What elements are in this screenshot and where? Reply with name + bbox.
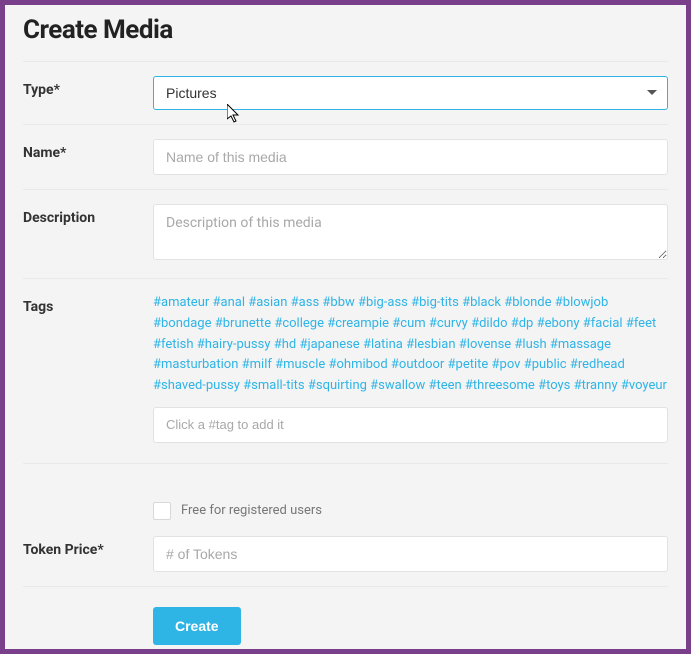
tag-link[interactable]: #feet <box>626 316 656 331</box>
tag-link[interactable]: #public <box>524 357 567 372</box>
tag-link[interactable]: #dp <box>511 316 534 331</box>
row-submit: Create <box>23 586 668 645</box>
tag-link[interactable]: #small-tits <box>243 378 304 393</box>
create-button[interactable]: Create <box>153 607 241 645</box>
tag-link[interactable]: #facial <box>583 316 623 331</box>
tag-link[interactable]: #lush <box>514 337 546 352</box>
tag-link[interactable]: #toys <box>538 378 570 393</box>
label-name: Name* <box>23 139 153 161</box>
tag-link[interactable]: #bbw <box>322 295 354 310</box>
tag-link[interactable]: #ebony <box>537 316 580 331</box>
tag-link[interactable]: #hairy-pussy <box>197 337 271 352</box>
row-tags: Tags #amateur #anal #asian #ass #bbw #bi… <box>23 278 668 453</box>
tag-link[interactable]: #brunette <box>215 316 271 331</box>
type-select[interactable]: Pictures <box>153 76 668 110</box>
tag-link[interactable]: #massage <box>550 337 611 352</box>
tag-link[interactable]: #dildo <box>471 316 507 331</box>
free-checkbox-label: Free for registered users <box>181 503 322 518</box>
tag-link[interactable]: #redhead <box>570 357 625 372</box>
free-checkbox[interactable] <box>153 502 171 520</box>
tag-link[interactable]: #pov <box>492 357 521 372</box>
tag-link[interactable]: #threesome <box>465 378 535 393</box>
label-description: Description <box>23 204 153 226</box>
tag-link[interactable]: #latina <box>363 337 403 352</box>
tag-link[interactable]: #asian <box>248 295 287 310</box>
tag-link[interactable]: #hd <box>274 337 297 352</box>
tag-link[interactable]: #outdoor <box>391 357 444 372</box>
tag-link[interactable]: #black <box>462 295 501 310</box>
tag-link[interactable]: #anal <box>213 295 246 310</box>
tag-link[interactable]: #japanese <box>299 337 359 352</box>
label-type: Type* <box>23 76 153 98</box>
tag-link[interactable]: #teen <box>428 378 461 393</box>
tag-link[interactable]: #creampie <box>327 316 389 331</box>
tags-input[interactable] <box>153 407 668 443</box>
tag-link[interactable]: #muscle <box>275 357 325 372</box>
tag-link[interactable]: #big-tits <box>411 295 459 310</box>
tag-link[interactable]: #shaved-pussy <box>153 378 240 393</box>
form-container: Create Media Type* Pictures Name* Descri… <box>0 0 691 654</box>
tag-link[interactable]: #masturbation <box>153 357 238 372</box>
description-textarea[interactable] <box>153 204 668 260</box>
tag-link[interactable]: #blonde <box>504 295 551 310</box>
tag-link[interactable]: #voyeur <box>621 378 667 393</box>
tag-link[interactable]: #big-ass <box>358 295 408 310</box>
tag-link[interactable]: #ohmibod <box>328 357 387 372</box>
page-title: Create Media <box>23 15 668 45</box>
row-type: Type* Pictures <box>23 61 668 124</box>
tag-link[interactable]: #lovense <box>459 337 511 352</box>
label-token-price: Token Price* <box>23 536 153 558</box>
row-name: Name* <box>23 124 668 189</box>
name-input[interactable] <box>153 139 668 175</box>
tag-link[interactable]: #lesbian <box>406 337 455 352</box>
tag-link[interactable]: #milf <box>242 357 272 372</box>
tag-link[interactable]: #squirting <box>308 378 367 393</box>
tag-link[interactable]: #swallow <box>370 378 425 393</box>
tag-link[interactable]: #fetish <box>153 337 194 352</box>
tag-link[interactable]: #amateur <box>153 295 209 310</box>
tag-link[interactable]: #bondage <box>153 316 212 331</box>
free-checkbox-row: Free for registered users <box>153 494 668 520</box>
token-price-input[interactable] <box>153 536 668 572</box>
row-free-token: Free for registered users Token Price* <box>23 463 668 586</box>
label-tags: Tags <box>23 293 153 315</box>
tag-link[interactable]: #tranny <box>574 378 618 393</box>
tag-link[interactable]: #cum <box>392 316 425 331</box>
tag-link[interactable]: #college <box>274 316 324 331</box>
tag-link[interactable]: #curvy <box>429 316 468 331</box>
tags-cloud: #amateur #anal #asian #ass #bbw #big-ass… <box>153 293 668 397</box>
row-description: Description <box>23 189 668 278</box>
tag-link[interactable]: #blowjob <box>555 295 608 310</box>
tag-link[interactable]: #ass <box>291 295 320 310</box>
tag-link[interactable]: #petite <box>448 357 489 372</box>
